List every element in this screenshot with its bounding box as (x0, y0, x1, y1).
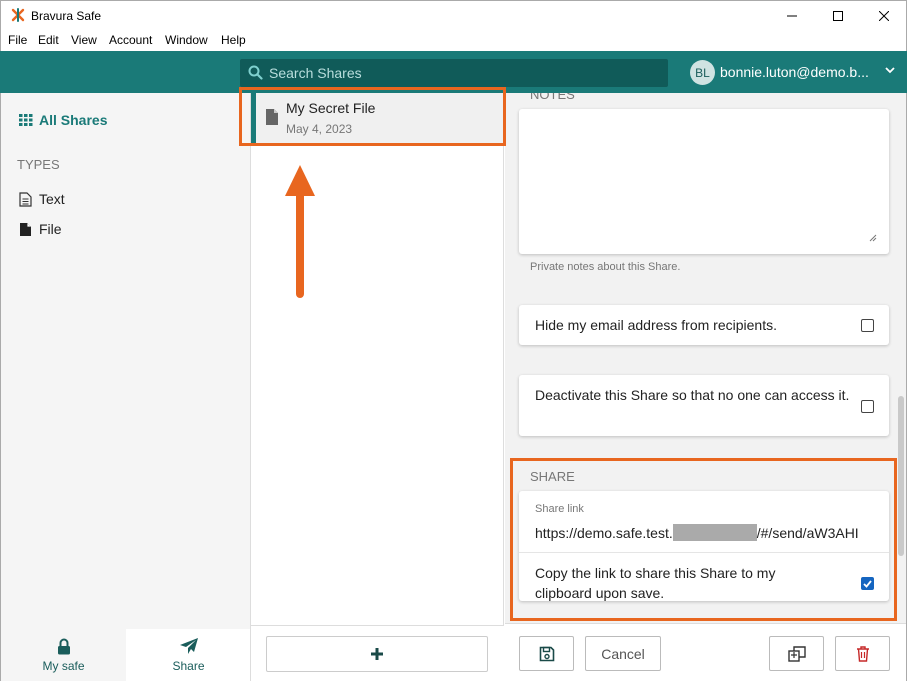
minimize-button[interactable] (769, 1, 815, 31)
notes-label: NOTES (530, 93, 575, 102)
hide-email-card: Hide my email address from recipients. (519, 305, 889, 345)
clone-icon (787, 645, 806, 662)
sidebar-item-file[interactable]: File (19, 221, 62, 237)
share-section-label: SHARE (530, 469, 575, 484)
sidebar-item-label: File (39, 221, 62, 237)
share-link-prefix: https://demo.safe.test. (535, 525, 673, 541)
hide-email-label: Hide my email address from recipients. (535, 317, 777, 333)
detail-footer: Cancel (505, 623, 906, 681)
deactivate-checkbox[interactable] (861, 400, 874, 413)
cancel-button[interactable]: Cancel (585, 636, 661, 671)
delete-button[interactable] (835, 636, 890, 671)
tab-label: Share (172, 659, 205, 673)
maximize-icon (833, 11, 843, 21)
checkmark-icon (863, 579, 872, 588)
close-button[interactable] (861, 1, 907, 31)
window-title: Bravura Safe (31, 9, 102, 23)
share-link-label: Share link (535, 503, 584, 515)
list-footer (251, 625, 504, 681)
avatar[interactable]: BL (690, 60, 715, 85)
hide-email-checkbox[interactable] (861, 319, 874, 332)
sidebar-item-label: All Shares (39, 112, 108, 128)
menu-view[interactable]: View (71, 33, 97, 47)
file-icon (266, 109, 278, 125)
maximize-button[interactable] (815, 1, 861, 31)
copy-link-checkbox[interactable] (861, 577, 874, 590)
save-icon (539, 646, 554, 661)
share-detail-panel: NOTES Private notes about this Share. Hi… (505, 93, 907, 681)
chevron-down-icon[interactable] (885, 66, 895, 74)
search-input[interactable] (269, 59, 659, 87)
deactivate-label: Deactivate this Share so that no one can… (535, 387, 850, 403)
menu-bar: File Edit View Account Window Help (0, 30, 907, 51)
list-item[interactable]: My Secret File May 4, 2023 (251, 93, 504, 143)
share-card: Share link https://demo.safe.test. /#/sen… (519, 491, 889, 601)
close-icon (879, 11, 889, 21)
menu-help[interactable]: Help (221, 33, 246, 47)
sidebar-item-all-shares[interactable]: All Shares (19, 112, 107, 128)
types-heading: TYPES (17, 157, 60, 172)
scrollbar-thumb[interactable] (898, 396, 904, 556)
send-icon (179, 638, 198, 654)
text-document-icon (19, 191, 32, 207)
minimize-icon (787, 15, 797, 17)
trash-icon (856, 645, 869, 662)
list-item-date: May 4, 2023 (286, 122, 353, 136)
annotation-arrow-icon (285, 165, 315, 298)
search-icon (248, 65, 263, 80)
menu-account[interactable]: Account (109, 33, 152, 47)
share-link-suffix: /#/send/aW3AHI (756, 525, 859, 541)
list-item-name: My Secret File (286, 100, 376, 116)
divider (519, 552, 889, 553)
menu-window[interactable]: Window (165, 33, 208, 47)
lock-icon (57, 638, 70, 654)
clone-button[interactable] (769, 636, 824, 671)
search-box[interactable] (240, 59, 668, 87)
title-bar: Bravura Safe (0, 0, 907, 30)
user-email[interactable]: bonnie.luton@demo.b... (720, 64, 869, 80)
share-link-field[interactable]: https://demo.safe.test. /#/send/aW3AHI (535, 524, 875, 541)
file-icon (20, 222, 31, 236)
deactivate-card: Deactivate this Share so that no one can… (519, 375, 889, 436)
menu-file[interactable]: File (8, 33, 27, 47)
redacted-block (672, 524, 757, 541)
sidebar-item-label: Text (39, 191, 65, 207)
app-header: BL bonnie.luton@demo.b... (0, 51, 907, 93)
resize-grip-icon[interactable] (869, 234, 877, 242)
sidebar: All Shares TYPES Text File My safe Share (0, 93, 251, 681)
notes-card (519, 109, 889, 254)
add-share-button[interactable] (266, 636, 488, 672)
tab-label: My safe (42, 658, 85, 673)
menu-edit[interactable]: Edit (38, 33, 59, 47)
notes-textarea[interactable] (519, 109, 889, 254)
app-logo-icon (11, 8, 25, 22)
tab-my-safe[interactable]: My safe (1, 629, 126, 681)
notes-help-text: Private notes about this Share. (530, 261, 681, 273)
plus-icon (371, 648, 383, 660)
bottom-nav: My safe Share (1, 629, 251, 681)
copy-link-label: Copy the link to share this Share to my … (535, 565, 776, 601)
save-button[interactable] (519, 636, 574, 671)
grid-icon (19, 114, 33, 126)
tab-share[interactable]: Share (126, 629, 251, 681)
sidebar-item-text[interactable]: Text (19, 191, 65, 207)
